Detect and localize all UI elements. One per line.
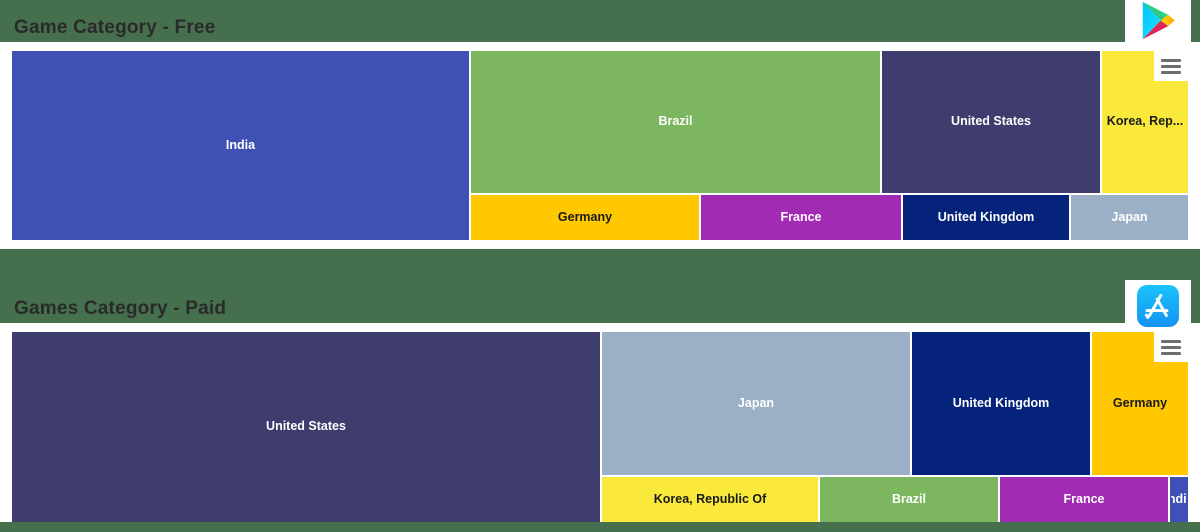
chart-panel-free: India Brazil United States Korea, Rep... Ger… xyxy=(0,42,1200,249)
treemap-tile-label: United States xyxy=(266,419,346,434)
section-games-category-paid: Games Category - Paid United States Japa… xyxy=(0,280,1200,532)
treemap-tile-label: United States xyxy=(951,114,1031,129)
treemap-tile-label: United Kingdom xyxy=(952,395,1050,410)
treemap-tile-label: Brazil xyxy=(891,491,927,506)
treemap-tile[interactable]: Brazil xyxy=(471,51,880,193)
hamburger-bar xyxy=(1161,58,1181,62)
treemap-tile[interactable]: India xyxy=(1170,477,1188,522)
treemap-tile[interactable]: United States xyxy=(882,51,1100,193)
chart-menu-button-free[interactable] xyxy=(1154,51,1188,81)
treemap-tile[interactable]: France xyxy=(1000,477,1168,522)
treemap-tile[interactable]: Germany xyxy=(471,195,699,240)
treemap-tile-label: France xyxy=(1063,491,1105,506)
treemap-tile[interactable]: United Kingdom xyxy=(903,195,1069,240)
section-game-category-free: Game Category - Free India Brazil United… xyxy=(0,0,1200,249)
treemap-dashboard: Game Category - Free India Brazil United… xyxy=(0,0,1200,532)
treemap-free[interactable]: India Brazil United States Korea, Rep... Ger… xyxy=(12,51,1188,240)
treemap-tile[interactable]: France xyxy=(701,195,901,240)
treemap-tile[interactable]: Japan xyxy=(1071,195,1188,240)
treemap-tile-label: Japan xyxy=(1111,209,1148,224)
google-play-icon xyxy=(1142,1,1175,40)
treemap-tile-label: France xyxy=(780,209,822,224)
treemap-tile[interactable]: Japan xyxy=(602,332,910,475)
hamburger-bar xyxy=(1161,64,1181,68)
page-title-free: Game Category - Free xyxy=(14,17,216,38)
hamburger-bar xyxy=(1161,70,1181,74)
treemap-tile[interactable]: United Kingdom xyxy=(912,332,1090,475)
treemap-tile[interactable]: United States xyxy=(12,332,600,522)
treemap-tile[interactable]: Korea, Republic Of xyxy=(602,477,818,522)
page-title-paid: Games Category - Paid xyxy=(14,298,227,319)
treemap-tile[interactable]: Brazil xyxy=(820,477,998,522)
treemap-tile-label: Germany xyxy=(557,209,613,224)
treemap-tile-label: India xyxy=(225,137,256,152)
chart-panel-paid: United States Japan United Kingdom Germany K… xyxy=(0,323,1200,522)
treemap-paid[interactable]: United States Japan United Kingdom Germany K… xyxy=(12,332,1188,522)
treemap-tile-label: United Kingdom xyxy=(937,209,1035,224)
treemap-tile[interactable]: India xyxy=(12,51,469,240)
hamburger-bar xyxy=(1161,351,1181,355)
treemap-tile-label: Brazil xyxy=(658,114,693,129)
apple-app-store-badge[interactable] xyxy=(1125,280,1191,332)
treemap-tile-label: Japan xyxy=(737,395,775,410)
hamburger-bar xyxy=(1161,339,1181,343)
chart-menu-button-paid[interactable] xyxy=(1154,332,1188,362)
treemap-tile-label: Germany xyxy=(1112,395,1168,410)
hamburger-bar xyxy=(1161,345,1181,349)
google-play-badge[interactable] xyxy=(1125,0,1191,42)
apple-app-store-icon xyxy=(1137,285,1179,327)
treemap-tile-label: Korea, Republic Of xyxy=(653,491,767,506)
treemap-tile-label: Korea, Rep... xyxy=(1106,114,1184,129)
treemap-tile-label: India xyxy=(1171,491,1187,506)
